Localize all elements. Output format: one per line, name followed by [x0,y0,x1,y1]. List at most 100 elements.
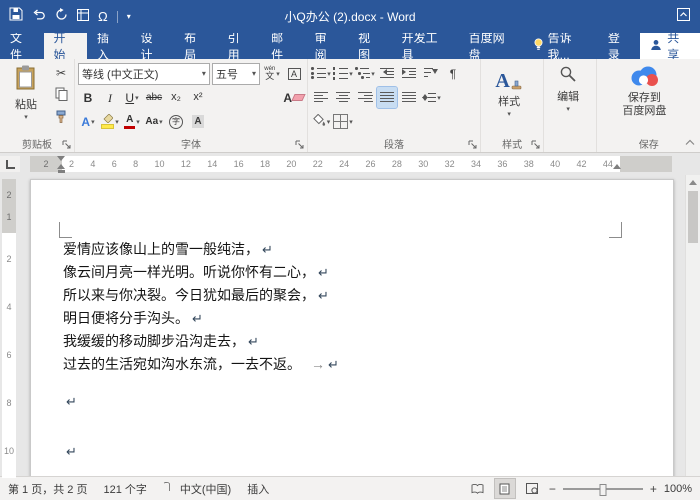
superscript-button[interactable]: x² [188,87,208,108]
enclose-character-button[interactable]: 字 [166,111,186,132]
font-name-combo[interactable]: 等线 (中文正文)▾ [78,63,210,85]
align-center-button[interactable] [333,87,353,108]
sign-in-button[interactable]: 登录 [599,33,640,59]
tab-mailings[interactable]: 邮件 [261,33,305,59]
line-spacing-button[interactable]: ▾ [421,87,441,108]
zoom-out-button[interactable]: − [549,482,556,496]
addin-quick-icon[interactable] [77,8,89,26]
share-button[interactable]: 共享 [640,33,700,59]
sort-button[interactable] [421,63,441,84]
zoom-slider-thumb[interactable] [599,484,606,496]
ruler-number: 24 [339,159,349,169]
print-layout-button[interactable] [495,479,515,498]
undo-button[interactable] [32,8,46,26]
paragraph-group-label: 段落 [308,136,480,151]
multilevel-list-button[interactable]: ▾ [355,63,375,84]
justify-button[interactable] [377,87,397,108]
increase-indent-button[interactable] [399,63,419,84]
phonetic-guide-button[interactable]: wén文▾ [262,63,282,84]
left-indent-marker[interactable] [58,170,65,173]
cut-button[interactable]: ✂ [51,62,71,83]
tab-insert[interactable]: 插入 [87,33,131,59]
underline-button[interactable]: U▾ [122,87,142,108]
word-count[interactable]: 121 个字 [103,481,146,497]
scroll-up-button[interactable] [686,175,700,189]
insert-mode-indicator[interactable]: 插入 [247,481,269,497]
ruler-number: 8 [133,159,138,169]
save-to-baidu-button[interactable]: 保存到百度网盘 [600,62,688,137]
save-button[interactable] [9,7,23,26]
scrollbar-thumb[interactable] [688,191,698,243]
collapse-ribbon-button[interactable] [685,137,695,149]
paste-button[interactable]: 粘贴 ▾ [3,62,49,137]
align-right-button[interactable] [355,87,375,108]
change-case-button[interactable]: Aa▾ [144,111,164,132]
zoom-level[interactable]: 100% [664,483,692,495]
bold-button[interactable]: B [78,87,98,108]
strikethrough-button[interactable]: abc [144,87,164,108]
tab-home[interactable]: 开始 [44,33,88,59]
vertical-ruler[interactable]: 2 1 246810 [0,175,18,476]
font-color-button[interactable]: A▾ [122,111,142,132]
bullets-button[interactable]: ▾ [311,63,331,84]
right-indent-marker[interactable] [613,164,621,169]
tab-design[interactable]: 设计 [131,33,175,59]
vertical-scrollbar[interactable] [685,175,700,476]
tab-baidu-netdisk[interactable]: 百度网盘 [459,33,526,59]
tab-layout[interactable]: 布局 [174,33,218,59]
clear-formatting-button[interactable]: A [283,87,304,108]
page[interactable]: 爱情应该像山上的雪一般纯洁，↵ 像云间月亮一样光明。听说你怀有二心，↵ 所以来与… [30,179,674,476]
ribbon-display-options-button[interactable] [677,8,690,26]
editing-button[interactable]: 编辑 ▾ [547,62,589,137]
zoom-in-button[interactable]: + [650,482,657,496]
font-dialog-launcher[interactable] [295,140,305,150]
ruler-number: 6 [112,159,117,169]
text-effects-button[interactable]: A▾ [78,111,98,132]
customize-qat-button[interactable]: ▾ [127,12,131,21]
copy-button[interactable] [51,85,71,106]
numbering-button[interactable]: ▾ [333,63,353,84]
web-layout-button[interactable] [522,479,542,498]
italic-button[interactable]: I [100,87,120,108]
shading-button[interactable]: ▾ [311,111,331,132]
clipboard-dialog-launcher[interactable] [62,140,72,150]
page-indicator[interactable]: 第 1 页，共 2 页 [8,481,87,497]
subscript-button[interactable]: x₂ [166,87,186,108]
horizontal-ruler[interactable]: 2 24681012141618202224262830323436384042… [0,153,700,175]
tab-review[interactable]: 审阅 [305,33,349,59]
show-marks-button[interactable]: ¶ [443,63,463,84]
styles-dialog-launcher[interactable] [531,140,541,150]
align-left-icon [314,91,329,104]
highlight-color-button[interactable]: ▾ [100,111,120,132]
symbol-button[interactable]: Ω [98,10,108,23]
tab-references[interactable]: 引用 [218,33,262,59]
document-pane[interactable]: 爱情应该像山上的雪一般纯洁，↵ 像云间月亮一样光明。听说你怀有二心，↵ 所以来与… [18,175,685,476]
decrease-indent-button[interactable] [377,63,397,84]
tab-developer[interactable]: 开发工具 [392,33,459,59]
character-border-button[interactable]: A [284,63,304,84]
first-line-indent-marker[interactable] [57,156,65,161]
hanging-indent-marker[interactable] [57,164,65,169]
tab-selector[interactable] [0,156,20,172]
paragraph-dialog-launcher[interactable] [468,140,478,150]
paragraph-group: ▾ ▾ ▾ ¶ ▾ ▾ ▾ [307,59,480,152]
distribute-button[interactable] [399,87,419,108]
baidu-netdisk-icon [629,65,659,90]
ruler-text-area: 2468101214161820222426283032343638404244 [62,156,620,172]
zoom-slider[interactable] [563,488,643,490]
align-left-button[interactable] [311,87,331,108]
character-shading-button[interactable]: A [188,111,208,132]
read-mode-button[interactable] [468,479,488,498]
font-size-combo[interactable]: 五号▾ [212,63,260,85]
redo-button[interactable] [55,8,68,26]
styles-button[interactable]: A 样式 ▾ [484,62,534,137]
tell-me-box[interactable]: 告诉我... [526,33,599,59]
borders-button[interactable]: ▾ [333,111,353,132]
paint-bucket-icon [312,114,326,130]
document-text[interactable]: 爱情应该像山上的雪一般纯洁，↵ 像云间月亮一样光明。听说你怀有二心，↵ 所以来与… [63,238,637,463]
scissors-icon: ✂ [56,66,66,80]
format-painter-button[interactable] [51,108,71,129]
tab-file[interactable]: 文件 [0,33,44,59]
tab-view[interactable]: 视图 [348,33,392,59]
language-indicator[interactable]: 中文(中国) [163,481,231,497]
